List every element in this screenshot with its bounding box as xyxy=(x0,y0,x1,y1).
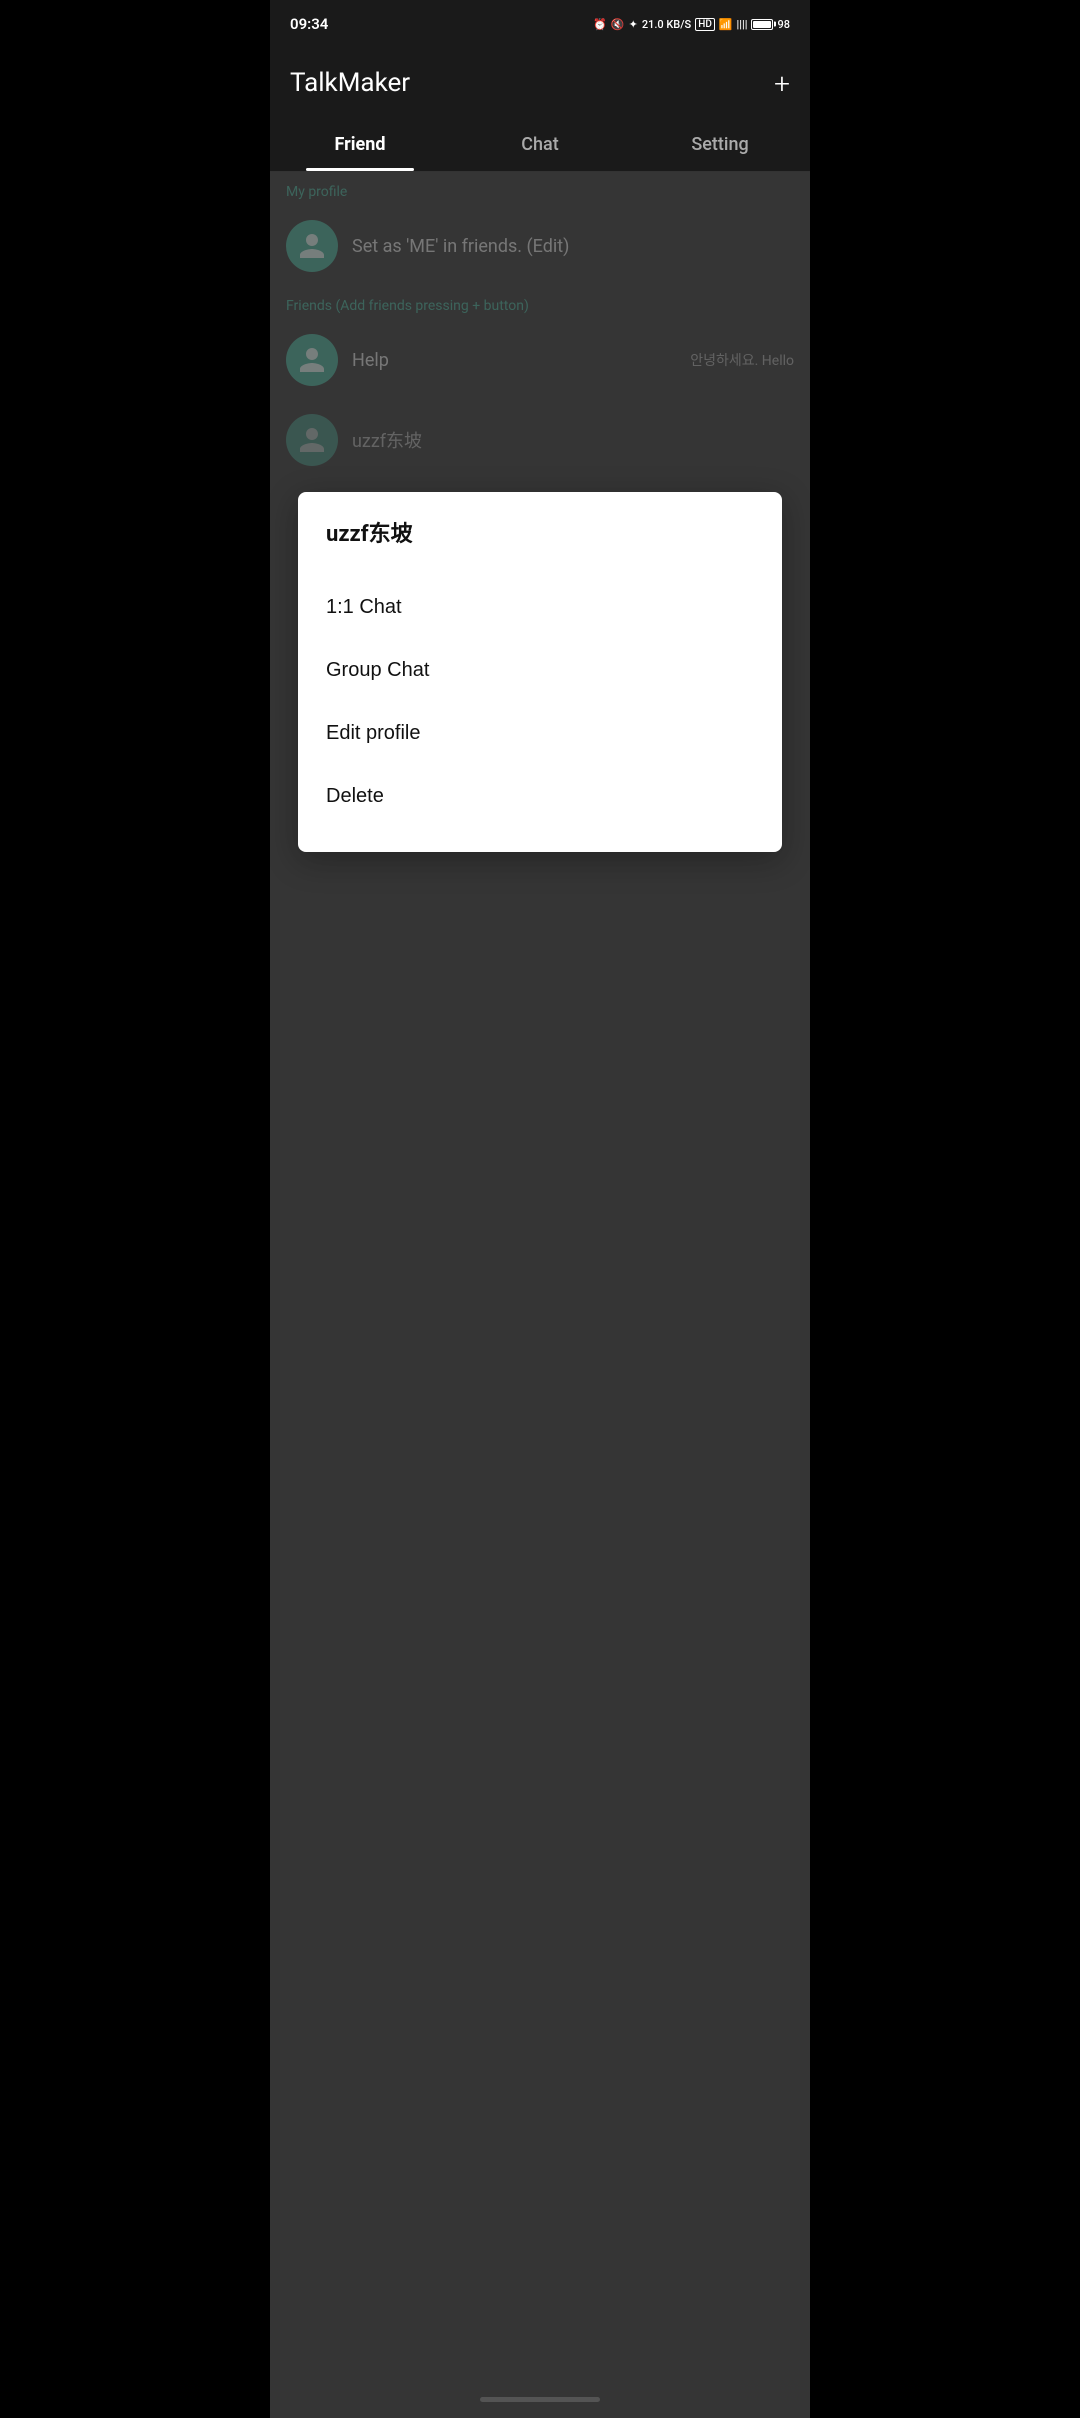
menu-item-group-chat[interactable]: Group Chat xyxy=(326,639,754,702)
app-title: TalkMaker xyxy=(290,68,410,98)
status-time: 09:34 xyxy=(290,15,328,33)
menu-item-one-to-one-chat[interactable]: 1:1 Chat xyxy=(326,576,754,639)
menu-item-delete[interactable]: Delete xyxy=(326,765,754,828)
tab-chat-label: Chat xyxy=(521,134,558,155)
bluetooth-icon: ✦ xyxy=(629,18,638,31)
tab-friend-label: Friend xyxy=(335,134,386,155)
context-menu-title: uzzf东坡 xyxy=(326,516,754,548)
app-header: TalkMaker + xyxy=(270,48,810,118)
tab-setting[interactable]: Setting xyxy=(630,118,810,171)
status-bar: 09:34 ⏰ 🔇 ✦ 21.0 KB/S HD 📶 |||| 98 xyxy=(270,0,810,48)
add-button[interactable]: + xyxy=(774,67,790,100)
status-icons: ⏰ 🔇 ✦ 21.0 KB/S HD 📶 |||| 98 xyxy=(593,18,790,31)
battery-container xyxy=(751,18,773,31)
signal-icon: |||| xyxy=(737,18,748,31)
wifi-icon: 📶 xyxy=(719,18,733,31)
context-menu: uzzf东坡 1:1 Chat Group Chat Edit profile … xyxy=(298,492,782,852)
tab-chat[interactable]: Chat xyxy=(450,118,630,171)
tab-bar: Friend Chat Setting xyxy=(270,118,810,172)
tab-friend[interactable]: Friend xyxy=(270,118,450,171)
mute-icon: 🔇 xyxy=(611,18,625,31)
battery-level: 98 xyxy=(777,18,790,31)
hd-badge: HD xyxy=(695,18,715,31)
menu-item-edit-profile[interactable]: Edit profile xyxy=(326,702,754,765)
data-speed: 21.0 KB/S xyxy=(642,18,691,31)
main-content: My profile Set as 'ME' in friends. (Edit… xyxy=(270,172,810,2418)
alarm-icon: ⏰ xyxy=(593,18,607,31)
tab-setting-label: Setting xyxy=(691,134,748,155)
